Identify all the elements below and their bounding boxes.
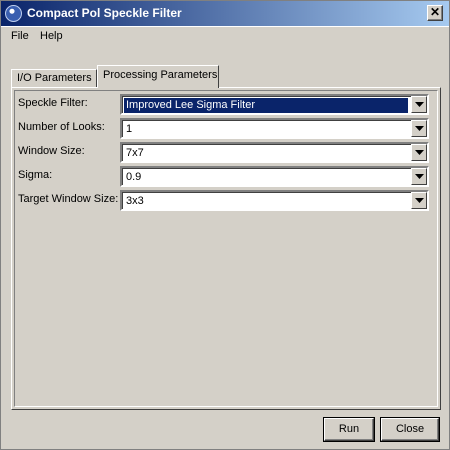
tab-io-parameters[interactable]: I/O Parameters [11, 69, 97, 88]
chevron-down-icon[interactable] [411, 120, 427, 137]
menu-file[interactable]: File [11, 30, 29, 42]
processing-parameters-panel: Speckle Filter: Improved Lee Sigma Filte… [11, 87, 441, 410]
target-window-size-select[interactable]: 3x3 [120, 190, 429, 211]
speckle-filter-label: Speckle Filter: [18, 97, 88, 109]
window-size-select[interactable]: 7x7 [120, 142, 429, 163]
run-button[interactable]: Run [324, 418, 374, 441]
menu-help[interactable]: Help [40, 30, 63, 42]
chevron-down-icon[interactable] [411, 96, 427, 113]
window-close-button[interactable]: ✕ [427, 5, 443, 21]
window-size-value: 7x7 [126, 147, 144, 159]
target-window-size-row: Target Window Size: 3x3 [12, 190, 442, 212]
chevron-down-icon[interactable] [411, 168, 427, 185]
sigma-label: Sigma: [18, 169, 53, 181]
sigma-select[interactable]: 0.9 [120, 166, 429, 187]
speckle-filter-row: Speckle Filter: Improved Lee Sigma Filte… [12, 94, 442, 116]
tab-processing-parameters[interactable]: Processing Parameters [97, 65, 219, 88]
number-of-looks-value: 1 [126, 123, 133, 135]
number-of-looks-select[interactable]: 1 [120, 118, 429, 139]
title-bar[interactable]: Compact Pol Speckle Filter ✕ [1, 1, 449, 27]
window-size-label: Window Size: [18, 145, 85, 157]
close-icon: ✕ [429, 5, 441, 19]
app-logo-icon [5, 5, 22, 22]
chevron-down-icon[interactable] [411, 192, 427, 209]
window-size-row: Window Size: 7x7 [12, 142, 442, 164]
menu-bar: File Help [1, 28, 449, 46]
chevron-down-icon[interactable] [411, 144, 427, 161]
target-window-size-value: 3x3 [126, 195, 144, 207]
speckle-filter-value: Improved Lee Sigma Filter [124, 98, 408, 113]
target-window-size-label: Target Window Size: [18, 193, 119, 205]
dialog-window: Compact Pol Speckle Filter ✕ File Help I… [0, 0, 450, 450]
window-title: Compact Pol Speckle Filter [27, 6, 182, 20]
close-button[interactable]: Close [381, 418, 439, 441]
number-of-looks-label: Number of Looks: [18, 121, 105, 133]
speckle-filter-select[interactable]: Improved Lee Sigma Filter [120, 94, 429, 115]
number-of-looks-row: Number of Looks: 1 [12, 118, 442, 140]
sigma-value: 0.9 [126, 171, 142, 183]
sigma-row: Sigma: 0.9 [12, 166, 442, 188]
